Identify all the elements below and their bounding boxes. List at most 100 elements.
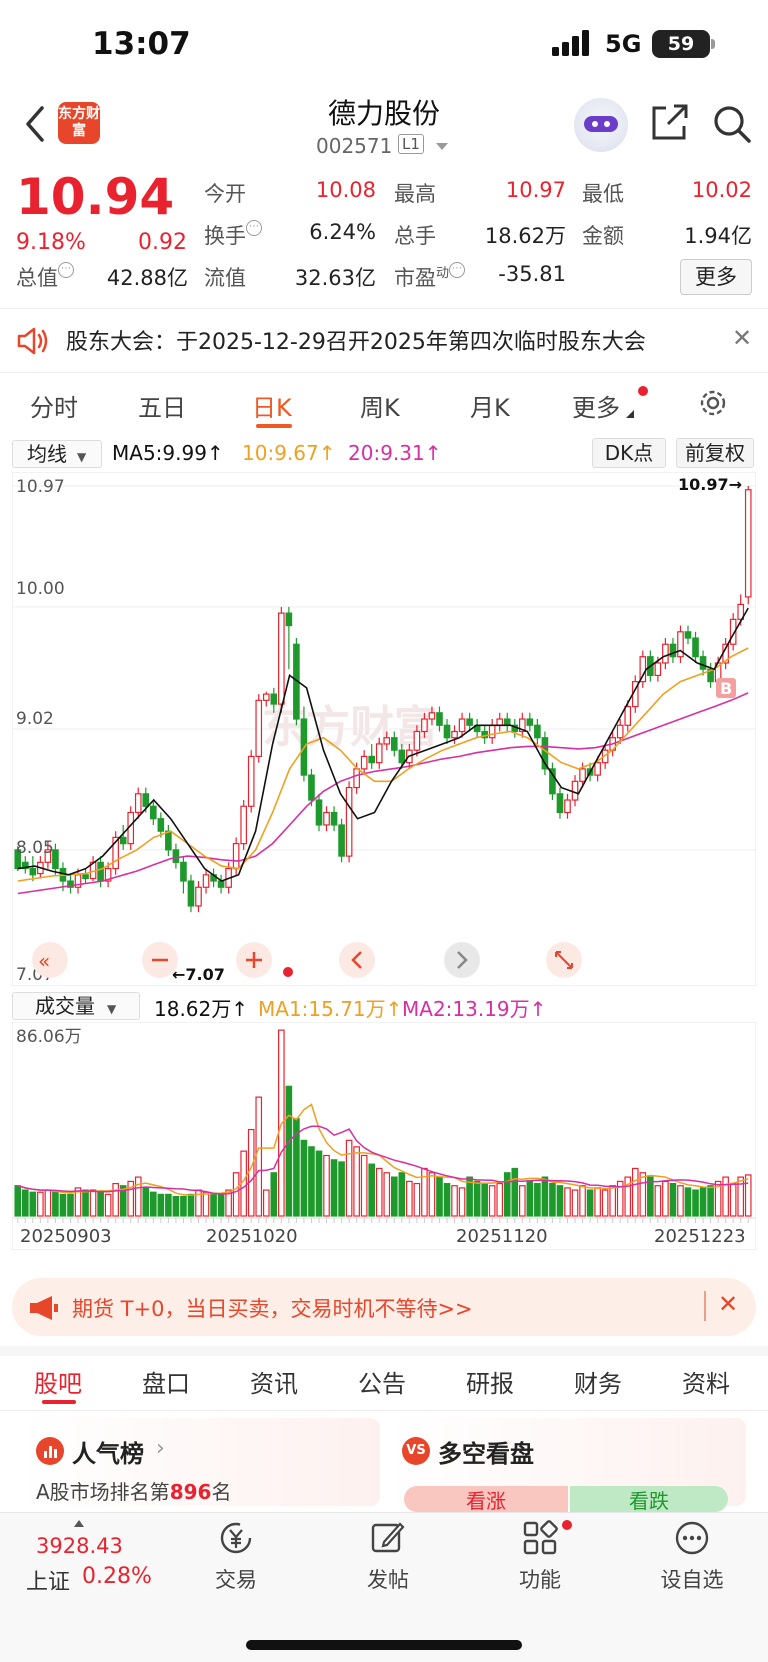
stock-code[interactable]: 002571 [316,134,392,158]
volume-bar [97,1191,104,1217]
dk-point-button[interactable]: DK点 [592,438,666,468]
high-value: 10.97 [505,178,566,202]
volume-bar [29,1191,37,1217]
nav-post[interactable]: 发帖 [343,1564,433,1594]
bullish-button[interactable]: 看涨 [404,1486,568,1513]
tab-five-day[interactable]: 五日 [138,388,186,423]
candle [217,880,225,888]
kline-chart[interactable]: 东方财富 10.97 10.00 9.02 8.05 7.07 10.97→ ←… [12,472,756,986]
float-cap-label: 流值 [204,266,246,290]
notice-text[interactable]: 股东大会：于2025-12-29召开2025年第四次临时股东大会 [66,324,646,356]
candle [97,861,104,882]
divider [0,372,768,373]
caret-up-icon[interactable] [74,1520,84,1527]
volume-bar [503,1172,511,1217]
gear-icon[interactable] [698,388,728,418]
notification-dot [638,386,648,396]
nav-trade[interactable]: 交易 [191,1564,281,1594]
date-label: 20250903 [20,1226,112,1247]
pe-label: 市盈动 ⋯ [394,262,466,292]
candle [436,712,443,726]
yen-icon[interactable] [216,1520,256,1556]
tab-monthly-k[interactable]: 月K [470,388,510,423]
chevron-down-icon[interactable] [436,143,448,150]
search-icon[interactable] [712,104,752,144]
index-change[interactable]: 0.28% [82,1564,152,1589]
battery-tip [711,39,715,49]
adjust-button[interactable]: 前复权 [676,438,754,468]
volume-chart[interactable]: 86.06万 [12,1022,756,1250]
volume-select[interactable]: 成交量 ▼ [12,992,140,1020]
candle [195,886,202,907]
candle [428,712,436,720]
tab-news[interactable]: 资讯 [250,1364,298,1399]
volume-bar [21,1189,29,1217]
share-icon[interactable] [650,104,690,142]
tab-announcements[interactable]: 公告 [358,1364,406,1399]
open-label: 今开 [204,182,246,206]
volume-bar [59,1193,67,1217]
candle [308,774,315,801]
candle [398,749,406,764]
more-button[interactable]: 更多 [680,259,752,295]
candle [624,705,632,726]
next-button[interactable] [444,942,480,978]
close-icon[interactable]: ✕ [732,324,752,352]
bearish-button[interactable]: 看跌 [570,1486,728,1513]
volume-bar [677,1185,684,1217]
candle [157,818,165,832]
amount-label: 金额 [582,224,624,248]
candle [383,737,391,745]
tab-weekly-k[interactable]: 周K [360,388,400,423]
info-icon[interactable]: ⋯ [449,262,466,278]
volume-bar [737,1176,745,1217]
corner-icon [626,410,634,418]
notification-dot [562,1520,572,1530]
level-badge[interactable]: L1 [398,134,424,154]
tab-daily-k[interactable]: 日K [252,388,292,423]
tab-more[interactable]: 更多 [572,388,620,423]
tab-research[interactable]: 研报 [466,1364,514,1399]
edit-icon[interactable] [370,1520,406,1556]
candle [285,612,293,627]
pe-label-text: 市盈 [394,266,436,290]
double-left-icon: « [38,949,50,973]
info-icon[interactable]: ⋯ [246,220,262,236]
candle [202,874,210,888]
volume-bar [511,1167,519,1217]
float-cap-value: 32.63亿 [294,266,376,290]
volume-ma1: MA1:15.71万↑ [258,997,403,1021]
volume-bar [165,1193,172,1217]
tab-forum[interactable]: 股吧 [34,1364,82,1399]
candle [330,811,338,826]
volume-bar [14,1185,22,1217]
info-icon[interactable]: ⋯ [58,262,74,278]
volume-bar [375,1167,383,1217]
close-icon[interactable]: ✕ [718,1290,738,1318]
volume-max-label: 86.06万 [16,1027,82,1047]
volume-bar [647,1176,654,1217]
volume-bar [383,1172,391,1217]
volume-bar [323,1154,330,1217]
index-value[interactable]: 3928.43 [36,1534,123,1558]
tab-order-book[interactable]: 盘口 [142,1364,190,1399]
tab-intraday[interactable]: 分时 [30,388,78,423]
index-name[interactable]: 上证 [26,1564,70,1596]
candle [134,793,142,814]
candle [323,811,330,826]
more-dots-icon[interactable] [674,1520,710,1556]
nav-add-watchlist[interactable]: 设自选 [647,1564,737,1594]
low-marker: ←7.07 [172,965,225,984]
volume-bar [428,1172,436,1217]
nav-function[interactable]: 功能 [495,1564,585,1594]
ma-select[interactable]: 均线 ▼ [12,440,102,468]
volume-bar [541,1176,549,1217]
tab-finance[interactable]: 财务 [574,1364,622,1399]
ad-text[interactable]: 期货 T+0，当日买卖，交易时机不等待>> [72,1293,473,1323]
grid-icon[interactable] [522,1520,558,1556]
tab-profile[interactable]: 资料 [682,1364,730,1399]
volume-bar [631,1167,639,1217]
rank-suffix: 名 [211,1480,232,1504]
low-value: 10.02 [691,178,752,202]
prev-button[interactable] [339,942,375,978]
